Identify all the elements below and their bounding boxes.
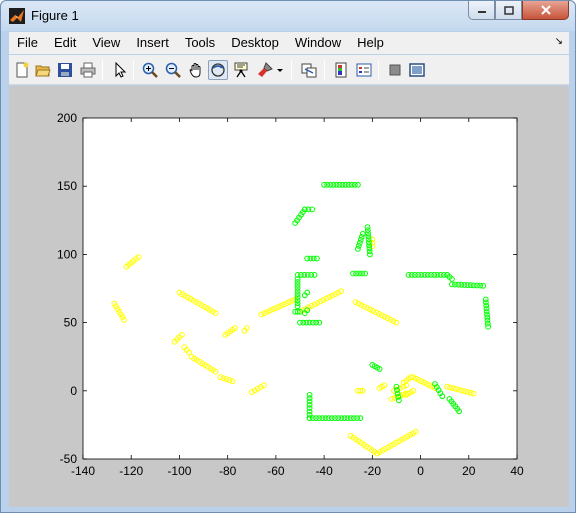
menu-file[interactable]: File	[9, 32, 46, 54]
maximize-button[interactable]	[495, 1, 522, 20]
insert-legend-icon[interactable]	[354, 60, 374, 80]
pan-hand-icon[interactable]	[186, 60, 206, 80]
menu-edit[interactable]: Edit	[46, 32, 84, 54]
window-title: Figure 1	[31, 8, 79, 23]
y-tick-label: 100	[57, 247, 77, 261]
y-tick-label: -50	[60, 452, 78, 466]
figure-toolbar	[9, 55, 569, 85]
dock-arrow-icon[interactable]: ↘	[555, 36, 563, 47]
y-tick-label: 0	[70, 384, 77, 398]
matlab-logo-icon	[9, 8, 25, 24]
y-tick-label: 200	[57, 111, 77, 125]
hide-plot-tools-icon[interactable]	[385, 60, 405, 80]
x-tick-label: -100	[167, 464, 191, 478]
menu-tools[interactable]: Tools	[177, 32, 223, 54]
figure-window: Figure 1 File Edit View Insert Tools Des…	[0, 0, 576, 513]
zoom-in-icon[interactable]	[140, 60, 160, 80]
x-tick-label: -20	[364, 464, 382, 478]
y-tick-label: 150	[57, 179, 77, 193]
link-plot-icon[interactable]	[299, 60, 319, 80]
x-tick-label: -40	[315, 464, 333, 478]
brush-icon[interactable]	[255, 60, 275, 80]
y-tick-label: 50	[64, 316, 78, 330]
save-icon[interactable]	[55, 60, 75, 80]
new-figure-icon[interactable]	[12, 60, 32, 80]
x-tick-label: 0	[417, 464, 424, 478]
menu-window[interactable]: Window	[287, 32, 349, 54]
maximize-icon	[503, 5, 514, 15]
print-icon[interactable]	[78, 60, 98, 80]
minimize-icon	[477, 11, 486, 13]
x-tick-label: 40	[510, 464, 524, 478]
menu-insert[interactable]: Insert	[128, 32, 177, 54]
menu-help[interactable]: Help	[349, 32, 392, 54]
x-tick-label: 20	[462, 464, 476, 478]
x-tick-label: -140	[71, 464, 95, 478]
scatter-plot[interactable]: -140 -120 -100 -80 -60 -40 -20 0 20 40 -50 0 50 100 15…	[9, 86, 569, 507]
x-tick-label: -80	[219, 464, 237, 478]
open-file-icon[interactable]	[33, 60, 53, 80]
edit-plot-arrow-icon[interactable]	[110, 60, 130, 80]
menu-bar: File Edit View Insert Tools Desktop Wind…	[9, 32, 569, 54]
rotate-3d-icon[interactable]	[208, 60, 228, 80]
insert-colorbar-icon[interactable]	[331, 60, 351, 80]
x-tick-label: -60	[267, 464, 285, 478]
menu-view[interactable]: View	[84, 32, 128, 54]
close-icon	[540, 5, 551, 15]
data-cursor-icon[interactable]	[231, 60, 251, 80]
zoom-out-icon[interactable]	[163, 60, 183, 80]
x-tick-label: -120	[119, 464, 143, 478]
show-plot-tools-icon[interactable]	[407, 60, 427, 80]
minimize-button[interactable]	[468, 1, 495, 20]
title-bar[interactable]: Figure 1	[1, 1, 575, 31]
figure-canvas[interactable]: -140 -120 -100 -80 -60 -40 -20 0 20 40 -50 0 50 100 15…	[9, 86, 569, 507]
menu-desktop[interactable]: Desktop	[223, 32, 287, 54]
close-button[interactable]	[522, 1, 569, 20]
brush-dropdown-icon[interactable]	[275, 60, 285, 80]
